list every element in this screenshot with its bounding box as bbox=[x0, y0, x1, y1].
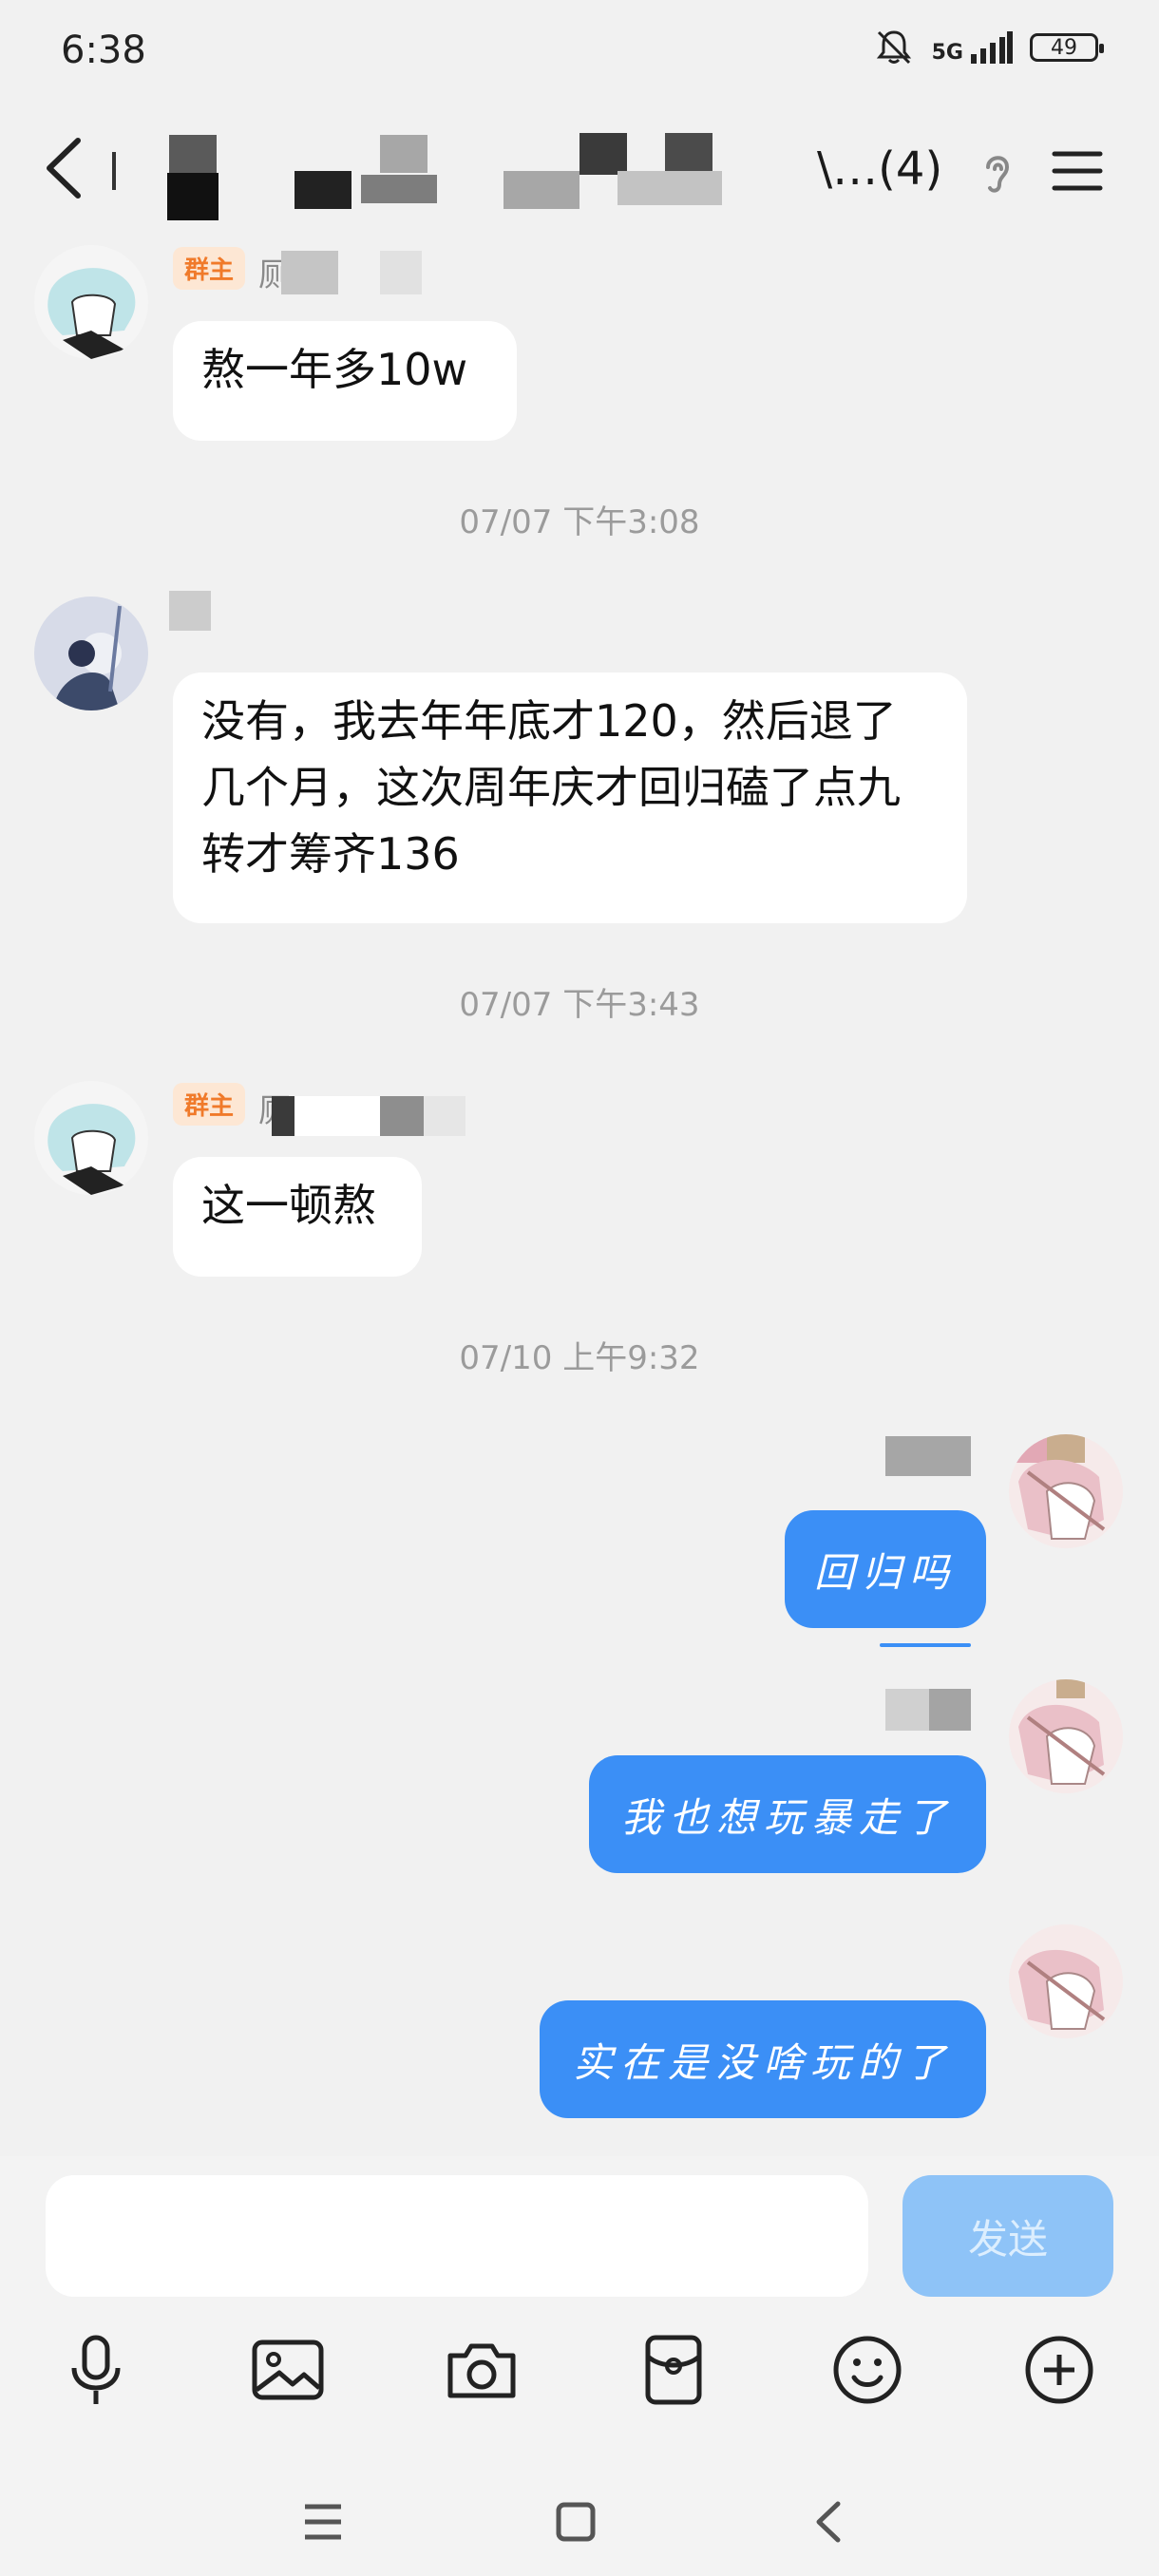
message-bubble[interactable]: 我也想玩暴走了 bbox=[589, 1755, 986, 1873]
timestamp: 07/07 下午3:08 bbox=[459, 503, 700, 541]
composer: 发送 bbox=[0, 2156, 1159, 2576]
back-icon[interactable] bbox=[790, 2484, 866, 2560]
send-button[interactable]: 发送 bbox=[902, 2175, 1113, 2297]
avatar[interactable] bbox=[34, 597, 148, 710]
system-nav-bar bbox=[0, 2484, 1159, 2569]
status-time: 6:38 bbox=[61, 28, 146, 72]
chat-title-suffix: \…(4) bbox=[817, 142, 943, 196]
avatar[interactable] bbox=[1009, 1434, 1123, 1548]
timestamp: 07/07 下午3:43 bbox=[459, 986, 700, 1024]
message-bubble[interactable]: 回归吗 bbox=[785, 1510, 986, 1628]
composer-toolbar bbox=[0, 2327, 1159, 2441]
emoji-icon[interactable] bbox=[825, 2327, 910, 2413]
mute-bell-icon bbox=[876, 30, 911, 65]
camera-icon[interactable] bbox=[439, 2327, 524, 2413]
home-icon[interactable] bbox=[538, 2484, 614, 2560]
avatar[interactable] bbox=[1009, 1924, 1123, 2038]
network-type: 5G bbox=[931, 41, 963, 65]
chat-title-mosaic bbox=[104, 123, 770, 220]
battery-level: 49 bbox=[1051, 35, 1077, 60]
message-bubble[interactable]: 没有，我去年年底才120，然后退了几个月，这次周年庆才回归磕了点九转才筹齐136 bbox=[173, 672, 967, 923]
recents-icon[interactable] bbox=[285, 2484, 361, 2560]
avatar[interactable] bbox=[1009, 1679, 1123, 1793]
back-arrow-icon[interactable] bbox=[38, 135, 95, 201]
message-bubble[interactable]: 实在是没啥玩的了 bbox=[540, 2000, 986, 2118]
group-owner-badge: 群主 bbox=[173, 1083, 246, 1126]
status-bar: 6:38 5G 49 bbox=[0, 0, 1159, 104]
message-underline bbox=[880, 1643, 971, 1647]
group-owner-badge: 群主 bbox=[173, 247, 246, 290]
avatar[interactable] bbox=[34, 245, 148, 359]
message-bubble[interactable]: 熬一年多10w bbox=[173, 321, 517, 441]
status-icons: 5G 49 bbox=[873, 28, 1104, 66]
plus-icon[interactable] bbox=[1016, 2327, 1102, 2413]
image-icon[interactable] bbox=[245, 2327, 331, 2413]
ear-icon[interactable] bbox=[977, 148, 1018, 198]
menu-icon[interactable] bbox=[1049, 142, 1106, 199]
avatar[interactable] bbox=[34, 1081, 148, 1195]
signal-icon bbox=[971, 31, 1013, 64]
battery-icon: 49 bbox=[1030, 33, 1104, 62]
timestamp: 07/10 上午9:32 bbox=[459, 1339, 700, 1377]
message-input[interactable] bbox=[46, 2175, 868, 2297]
chat-header: \…(4) bbox=[0, 114, 1159, 228]
red-packet-icon[interactable] bbox=[631, 2327, 716, 2413]
message-bubble[interactable]: 这一顿熬 bbox=[173, 1157, 422, 1277]
microphone-icon[interactable] bbox=[53, 2327, 139, 2413]
